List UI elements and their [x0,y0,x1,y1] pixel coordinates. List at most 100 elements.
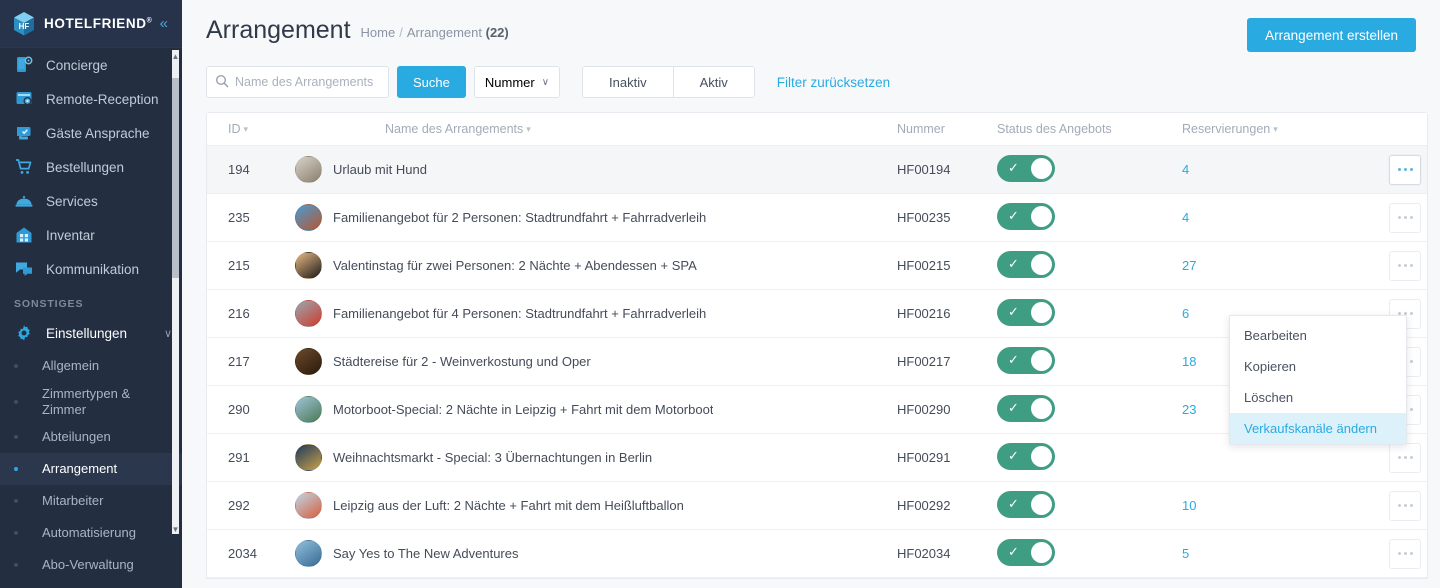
search-input[interactable] [206,66,389,98]
sidebar-item-services[interactable]: Services [0,184,182,218]
cell-status: ✓ [997,433,1182,482]
sidebar-subitem-abo-verwaltung[interactable]: Abo-Verwaltung [0,549,182,581]
column-header-id[interactable]: ID ▾ [207,113,285,146]
reservations-link[interactable]: 4 [1182,210,1189,225]
context-menu-item-loeschen[interactable]: Löschen [1230,382,1406,413]
row-actions-button[interactable] [1389,442,1421,473]
reservations-link[interactable]: 6 [1182,306,1189,321]
page-header: Arrangement Home / Arrangement (22) Arrang… [182,0,1440,52]
filter-aktiv-button[interactable]: Aktiv [672,67,754,97]
sidebar-subitem-allgemein[interactable]: Allgemein [0,350,182,382]
cell-status: ✓ [997,241,1182,290]
sidebar-subitem-zimmertypen-zimmer[interactable]: Zimmertypen & Zimmer [0,382,182,421]
column-header-reservations[interactable]: Reservierungen ▾ [1182,113,1357,146]
status-toggle[interactable]: ✓ [997,442,1055,470]
cell-id: 217 [207,337,285,386]
sidebar-subitem-arrangement[interactable]: Arrangement [0,453,182,486]
check-icon: ✓ [1008,255,1019,271]
dot-icon [1403,264,1407,267]
sidebar-item-label: Concierge [46,57,108,73]
cell-name: Weihnachtsmarkt - Special: 3 Übernachtun… [285,433,897,482]
sidebar-subitem-abteilungen[interactable]: Abteilungen [0,421,182,453]
column-header-name[interactable]: Name des Arrangements ▾ [285,113,897,146]
row-name: Familienangebot für 4 Personen: Stadtrun… [333,306,707,321]
reservations-link[interactable]: 10 [1182,498,1196,513]
row-number: HF00291 [897,450,951,465]
table-row[interactable]: 2034 Say Yes to The New Adventures HF02034… [207,529,1427,578]
reservations-link[interactable]: 27 [1182,258,1196,273]
status-toggle[interactable]: ✓ [997,202,1055,230]
row-actions-button[interactable] [1389,490,1421,521]
main-content: Arrangement Home / Arrangement (22) Arrang… [182,0,1440,588]
sidebar-subitem-automatisierung[interactable]: Automatisierung [0,517,182,549]
sidebar-item-bestellungen[interactable]: Bestellungen [0,150,182,184]
sidebar-item-gaeste-ansprache[interactable]: Gäste Ansprache [0,116,182,150]
table-row[interactable]: 292 Leipzig aus der Luft: 2 Nächte + Fahr… [207,481,1427,530]
sidebar-item-inventar[interactable]: Inventar [0,218,182,252]
cell-status: ✓ [997,481,1182,530]
cell-reservations: 10 [1182,481,1357,530]
cell-number: HF00235 [897,193,997,242]
dot-icon [1397,168,1401,171]
sort-caret-icon: ▾ [243,124,249,134]
reservations-link[interactable]: 4 [1182,162,1189,177]
cell-status: ✓ [997,193,1182,242]
inventory-building-icon [14,225,34,245]
context-menu-item-verkaufskanaele-aendern[interactable]: Verkaufskanäle ändern [1230,413,1406,444]
cell-number: HF00291 [897,433,997,482]
sort-field-select[interactable]: Nummer ∨ [473,66,561,98]
status-toggle[interactable]: ✓ [997,490,1055,518]
sidebar-scrollbar-thumb[interactable] [172,78,179,278]
status-toggle[interactable]: ✓ [997,154,1055,182]
status-toggle[interactable]: ✓ [997,538,1055,566]
sort-field-select-value: Nummer [484,74,535,90]
filter-inaktiv-button[interactable]: Inaktiv [583,67,673,97]
status-toggle[interactable]: ✓ [997,250,1055,278]
reservations-link[interactable]: 23 [1182,402,1196,417]
row-name: Motorboot-Special: 2 Nächte in Leipzig +… [333,402,714,417]
cell-id: 194 [207,145,285,194]
check-icon: ✓ [1008,303,1019,319]
sidebar-subitem-label: Abteilungen [42,429,111,445]
sidebar-item-remote-reception[interactable]: Remote-Reception [0,82,182,116]
status-toggle[interactable]: ✓ [997,346,1055,374]
sidebar-item-einstellungen[interactable]: Einstellungen ∨ [0,316,182,350]
table-row[interactable]: 215 Valentinstag für zwei Personen: 2 Näc… [207,241,1427,290]
reservations-link[interactable]: 18 [1182,354,1196,369]
table-row[interactable]: 235 Familienangebot für 2 Personen: Stadt… [207,193,1427,242]
cell-id: 2034 [207,529,285,578]
sidebar-subitem-mitarbeiter[interactable]: Mitarbeiter [0,485,182,517]
status-toggle[interactable]: ✓ [997,394,1055,422]
check-icon: ✓ [1008,399,1019,415]
search-submit-button[interactable]: Suche [397,66,466,98]
cell-status: ✓ [997,337,1182,386]
row-actions-button[interactable] [1389,154,1421,185]
cell-number: HF00290 [897,385,997,434]
row-actions-button[interactable] [1389,250,1421,281]
sidebar-collapse-icon[interactable]: « [160,16,172,31]
hotelfriend-cube-logo-icon: HF [12,11,36,37]
sidebar-item-kommunikation[interactable]: Kommunikation [0,252,182,286]
context-menu-item-kopieren[interactable]: Kopieren [1230,351,1406,382]
scroll-down-arrow-icon[interactable]: ▼ [171,525,180,534]
brand-name-text: HOTELFRIEND [44,16,147,31]
table-row[interactable]: 194 Urlaub mit Hund HF00194 ✓ 4 [207,145,1427,194]
row-number: HF00194 [897,162,951,177]
arrangement-thumbnail [295,540,322,567]
context-menu-item-bearbeiten[interactable]: Bearbeiten [1230,320,1406,351]
cell-reservations: 27 [1182,241,1357,290]
breadcrumb-home-link[interactable]: Home [361,25,396,40]
status-toggle[interactable]: ✓ [997,298,1055,326]
scroll-up-arrow-icon[interactable]: ▲ [171,52,180,61]
chevron-down-icon[interactable]: ∨ [164,327,172,340]
reset-filters-link[interactable]: Filter zurücksetzen [777,75,890,90]
row-number: HF00235 [897,210,951,225]
sidebar-item-concierge[interactable]: Concierge [0,48,182,82]
arrangement-thumbnail [295,444,322,471]
create-arrangement-button[interactable]: Arrangement erstellen [1247,18,1416,52]
reservations-link[interactable]: 5 [1182,546,1189,561]
row-actions-button[interactable] [1389,202,1421,233]
row-actions-button[interactable] [1389,538,1421,569]
dot-icon [1403,456,1407,459]
cell-reservations: 4 [1182,193,1357,242]
